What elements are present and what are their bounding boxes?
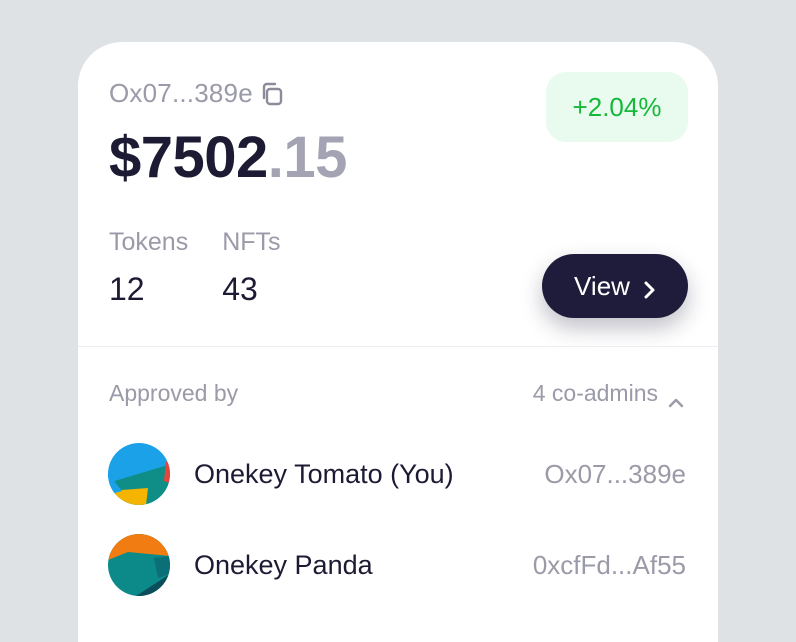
- chevron-up-icon: [668, 388, 684, 407]
- member-name: Onekey Tomato (You): [194, 458, 454, 489]
- avatar: [108, 534, 170, 596]
- approved-by-label: Approved by: [109, 380, 239, 406]
- coadmins-count: 4 co-admins: [532, 380, 658, 406]
- wallet-card: Ox07...389e $7502.15 +2.04% Tokens 12 NF…: [78, 42, 718, 642]
- wallet-address-row: Ox07...389e: [109, 78, 285, 109]
- member-name: Onekey Panda: [194, 549, 373, 580]
- copy-icon[interactable]: [259, 81, 285, 107]
- stats-row: Tokens 12 NFTs 43: [109, 228, 315, 308]
- wallet-address: Ox07...389e: [109, 78, 253, 108]
- stat-nfts: NFTs 43: [222, 228, 280, 308]
- chevron-right-icon: [642, 276, 656, 299]
- view-button[interactable]: View: [542, 254, 688, 318]
- approved-by-row: Approved by 4 co-admins: [109, 380, 684, 407]
- member-row[interactable]: Onekey Panda 0xcfFd...Af55: [108, 534, 686, 596]
- stat-value: 43: [222, 271, 258, 307]
- balance-decimal: .15: [267, 125, 348, 190]
- member-row[interactable]: Onekey Tomato (You) Ox07...389e: [108, 443, 686, 505]
- change-badge: +2.04%: [546, 72, 688, 142]
- divider: [78, 346, 718, 347]
- stat-value: 12: [109, 271, 145, 307]
- avatar: [108, 443, 170, 505]
- stat-label: NFTs: [222, 228, 281, 256]
- member-address: Ox07...389e: [544, 458, 686, 489]
- coadmins-toggle[interactable]: 4 co-admins: [533, 380, 684, 407]
- stat-label: Tokens: [109, 228, 189, 256]
- wallet-balance: $7502.15: [109, 124, 347, 191]
- balance-integer: $7502: [109, 125, 268, 190]
- stat-tokens: Tokens 12: [109, 228, 188, 308]
- view-button-label: View: [574, 270, 630, 301]
- member-address: 0xcfFd...Af55: [532, 549, 686, 580]
